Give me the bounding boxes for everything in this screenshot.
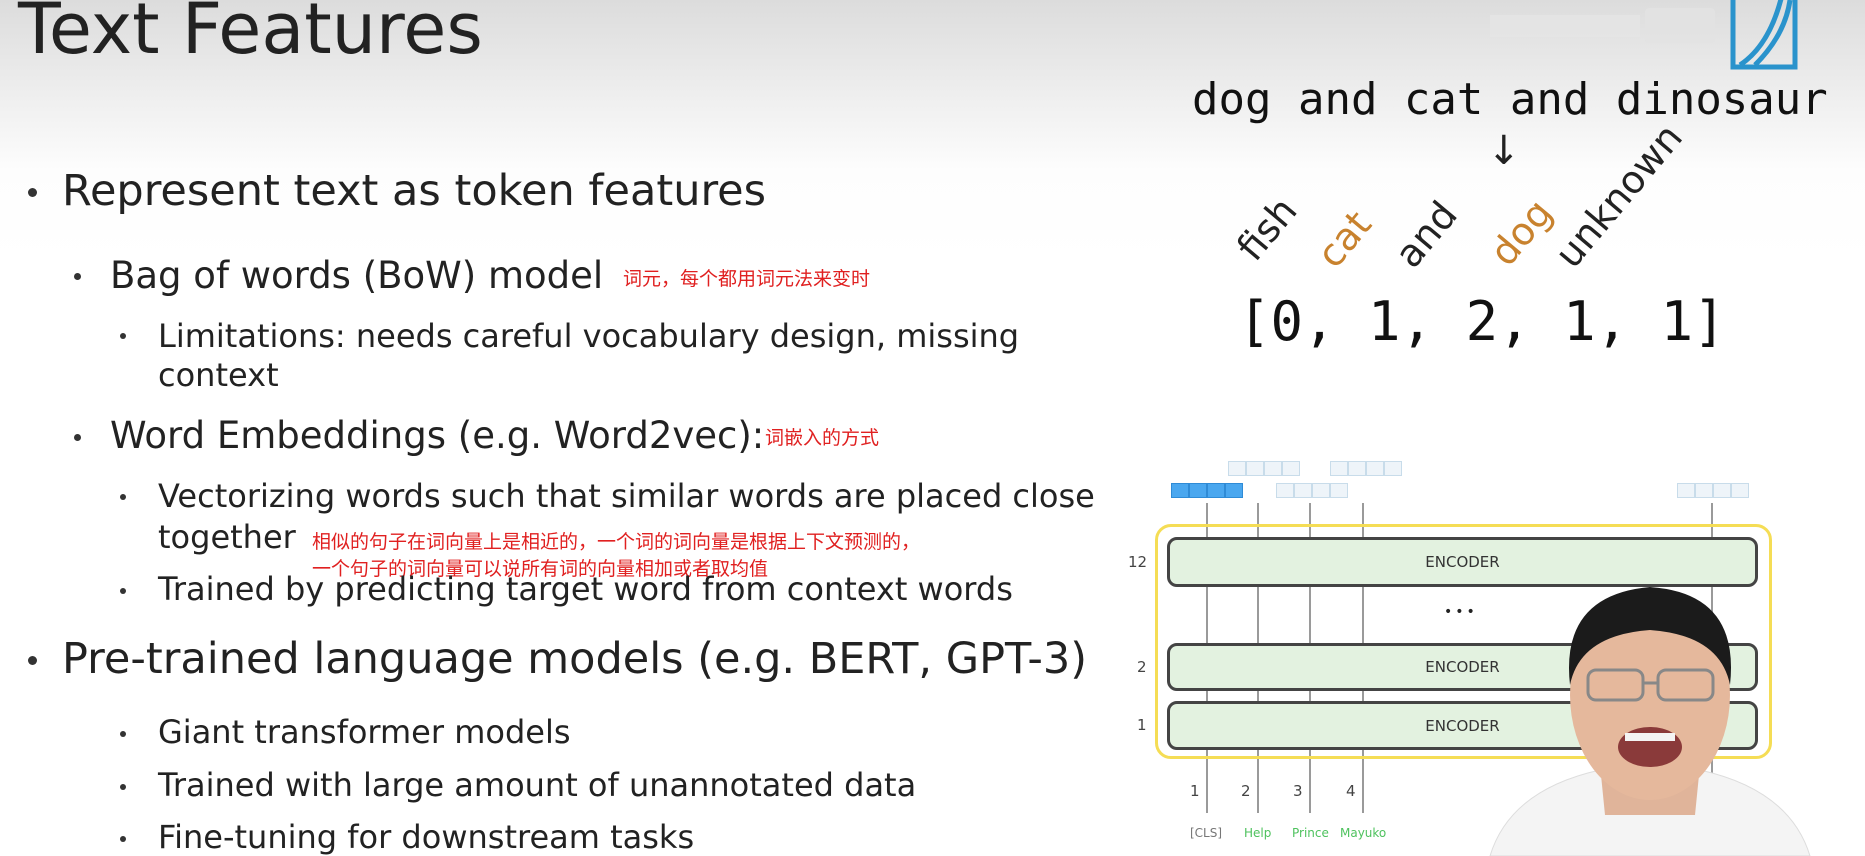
bullet-dot [120,731,126,737]
annotation-bow: 词元，每个都用词元法来变时 [623,268,871,290]
bullet-trained-predicting: Trained by predicting target word from c… [158,570,1013,608]
bullet-dot [74,273,81,280]
bullet-vectorizing: Vectorizing words such that similar word… [158,477,1095,515]
bow-vector: [0, 1, 2, 1, 1] [1238,290,1726,353]
bullet-finetuning: Fine-tuning for downstream tasks [158,818,695,856]
token-label: Mayuko [1340,826,1387,840]
position-number: 2 [1241,782,1251,800]
bilibili-watermark-logo [1490,0,1798,80]
bullet-word-embeddings: Word Embeddings (e.g. Word2vec): [110,414,765,457]
bullet-dot [28,188,37,197]
down-arrow-icon: ↓ [1487,128,1521,174]
slide-title: Text Features [18,0,483,70]
token-label: Help [1244,826,1272,840]
bullet-dot [120,494,126,500]
layer-number: 12 [1128,553,1148,571]
annotation-embeddings: 词嵌入的方式 [765,427,880,449]
position-number: 1 [1190,782,1200,800]
bullet-dot [120,333,126,339]
bullet-represent-text: Represent text as token features [62,166,767,216]
position-number: 3 [1293,782,1303,800]
vocab-word: and [1386,192,1466,276]
bullet-pretrained: Pre-trained language models (e.g. BERT, … [62,634,1087,684]
bullet-limitations: Limitations: needs careful vocabulary de… [158,317,1020,355]
vocab-word: fish [1228,188,1306,269]
bullet-unannotated: Trained with large amount of unannotated… [158,766,917,804]
presenter-video [1489,587,1811,856]
bullet-dot [120,784,126,790]
cls-output-vector [1171,483,1243,498]
output-vector [1228,461,1300,476]
bullet-dot [120,588,126,594]
bullet-giant: Giant transformer models [158,713,571,751]
vocab-word: unknown [1546,115,1691,276]
output-vector [1276,483,1348,498]
output-vector [1330,461,1402,476]
position-number: 4 [1346,782,1356,800]
bullet-dot [28,656,37,665]
layer-number: 1 [1137,716,1147,734]
vocab-word: dog [1481,190,1561,274]
output-vector [1677,483,1749,498]
token-label: [CLS] [1190,826,1223,840]
bullet-vectorizing-cont: together [158,518,296,556]
bullet-bow: Bag of words (BoW) model [110,254,604,297]
bow-sentence: dog and cat and dinosaur [1192,74,1828,125]
bullet-limitations-cont: context [158,356,279,394]
token-label: Prince [1292,826,1329,840]
annotation-vectorizing-1: 相似的句子在词向量上是相近的，一个词的词向量是根据上下文预测的， [312,531,921,553]
layer-number: 2 [1137,658,1147,676]
vocab-word: cat [1308,202,1380,276]
bullet-dot [120,836,126,842]
bullet-dot [74,434,81,441]
